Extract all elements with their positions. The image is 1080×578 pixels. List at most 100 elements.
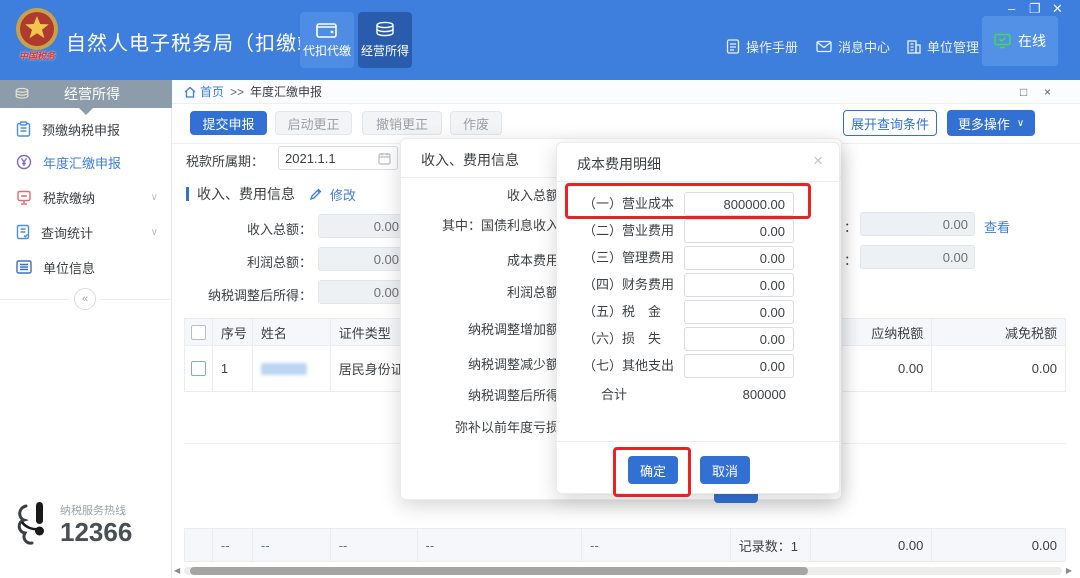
field-label: 收入总额： — [172, 219, 312, 238]
menu-label: 消息中心 — [838, 37, 890, 56]
submit-declaration-button[interactable]: 提交申报 — [190, 111, 267, 135]
app-window: 中国税务 自然人电子税务局（扣缴端） 代扣代缴 经营所得 — [0, 0, 1080, 578]
home-icon — [184, 86, 196, 98]
scroll-left-arrow[interactable]: ◀ — [174, 566, 180, 575]
breadcrumb-home-label: 首页 — [200, 83, 224, 100]
operating-expense-input[interactable]: 0.00 — [684, 219, 794, 243]
chevron-down-icon[interactable]: ∨ — [151, 227, 158, 238]
chevron-down-icon[interactable]: ∨ — [151, 192, 158, 203]
sidebar-item-label: 税款缴纳 — [43, 188, 95, 207]
view-link[interactable]: 查看 — [984, 217, 1010, 236]
sidebar-item-prepay-declare[interactable]: 预缴纳税申报 — [0, 113, 172, 145]
cell-tax-relief: 0.00 — [932, 346, 1065, 391]
dialog-field-label: 收入总额 — [401, 185, 559, 204]
online-monitor-icon — [994, 33, 1011, 49]
logo-text: 中国税务 — [19, 49, 55, 62]
online-label: 在线 — [1018, 31, 1046, 51]
menu-label: 单位管理 — [927, 37, 979, 56]
close-icon[interactable]: × — [813, 151, 823, 171]
menu-manual[interactable]: 操作手册 — [726, 37, 798, 56]
dialog-field-label: 纳税调整增加额 — [401, 319, 559, 338]
hotline: 纳税服务热线 12366 — [12, 498, 132, 548]
cost-row-label: （二）营业费用 — [583, 219, 674, 243]
chevron-down-icon: ∨ — [1017, 118, 1024, 129]
scroll-right-arrow[interactable]: ▶ — [1066, 566, 1072, 575]
income-total-input: 0.00 — [318, 214, 406, 238]
dialog-field-label: 纳税调整减少额 — [401, 354, 559, 373]
sidebar-item-query-statistics[interactable]: 查询统计 ∨ — [0, 216, 172, 248]
finance-expense-input[interactable]: 0.00 — [684, 273, 794, 297]
row-checkbox[interactable] — [191, 361, 206, 376]
yen-circle-icon — [16, 154, 32, 170]
invalidate-button[interactable]: 作废 — [450, 111, 502, 135]
loss-input[interactable]: 0.00 — [684, 327, 794, 351]
cost-row-label: （六）损 失 — [583, 327, 661, 351]
table-summary-row: -- -- -- -- -- 记录数：1 0.00 0.00 — [184, 528, 1066, 562]
summary-record-count: 记录数：1 — [731, 529, 811, 561]
breadcrumb-separator: >> — [230, 85, 244, 99]
cost-row-label: （七）其他支出 — [583, 354, 674, 378]
national-emblem-icon — [14, 6, 60, 52]
dialog-field-label: 弥补以前年度亏损 — [401, 417, 559, 436]
more-actions-button[interactable]: 更多操作 ∨ — [947, 110, 1035, 136]
hotline-label: 纳税服务热线 — [60, 502, 132, 518]
revoke-correction-button[interactable]: 撤销更正 — [362, 111, 442, 135]
tax-amount-input[interactable]: 0.00 — [684, 300, 794, 324]
hotline-headset-icon — [12, 498, 52, 548]
sidebar-item-annual-declare[interactable]: 年度汇缴申报 — [0, 146, 172, 178]
menu-message-center[interactable]: 消息中心 — [816, 37, 890, 56]
tax-period-input[interactable]: 2021.1.1 — [278, 146, 398, 170]
online-status[interactable]: 在线 — [982, 16, 1058, 66]
scrollbar-thumb[interactable] — [190, 567, 808, 575]
app-switch-business-income[interactable]: 经营所得 — [358, 12, 412, 68]
app-switch-withholding[interactable]: 代扣代缴 — [300, 12, 354, 68]
hotline-number: 12366 — [60, 520, 132, 544]
menu-unit-management[interactable]: 单位管理 — [906, 37, 979, 56]
income-section-title-row: 收入、费用信息 修改 — [186, 184, 356, 204]
confirm-button[interactable]: 确定 — [628, 456, 678, 484]
horizontal-scrollbar[interactable]: ◀ ▶ — [174, 566, 1072, 576]
app-switch-label: 代扣代缴 — [303, 42, 351, 59]
breadcrumb-home[interactable]: 首页 — [184, 83, 224, 100]
panel-close-icon[interactable]: × — [1044, 85, 1051, 99]
total-value: 800000 — [684, 383, 794, 407]
panel-restore-icon[interactable]: □ — [1020, 85, 1027, 99]
building-icon — [906, 40, 921, 54]
start-correction-button[interactable]: 启动更正 — [275, 111, 352, 135]
right-field-input-2: 0.00 — [860, 245, 975, 269]
select-all-checkbox[interactable] — [191, 325, 206, 340]
cost-detail-dialog: 成本费用明细 × （一）营业成本 800000.00 （二）营业费用 0.00 … — [556, 142, 840, 494]
total-label: 合计 — [601, 383, 627, 407]
field-label: 利润总额： — [172, 252, 312, 271]
sidebar-item-unit-info[interactable]: 单位信息 — [0, 251, 172, 283]
expand-query-button[interactable]: 展开查询条件 — [843, 110, 937, 136]
summary-total-tax-due: 0.00 — [811, 529, 933, 561]
management-expense-input[interactable]: 0.00 — [684, 246, 794, 270]
list-icon — [16, 260, 32, 274]
edit-pencil-icon[interactable] — [309, 188, 322, 201]
cost-row-label: （五）税 金 — [583, 300, 661, 324]
other-expense-input[interactable]: 0.00 — [684, 354, 794, 378]
cancel-button[interactable]: 取消 — [700, 456, 750, 484]
edit-link[interactable]: 修改 — [330, 185, 356, 204]
section-title: 收入、费用信息 — [197, 184, 295, 204]
dialog-field-label: 利润总额 — [401, 282, 559, 301]
sidebar-header-label: 经营所得 — [30, 84, 154, 104]
divider — [557, 441, 839, 442]
sidebar-item-tax-payment[interactable]: 税款缴纳 ∨ — [0, 181, 172, 213]
operating-cost-input[interactable]: 800000.00 — [684, 192, 794, 216]
col-header-tax-relief: 减免税额 — [932, 319, 1065, 345]
profit-total-input: 0.00 — [318, 247, 406, 271]
dialog-title: 成本费用明细 — [577, 154, 661, 174]
window-maximize-button[interactable]: ❐ — [1029, 2, 1041, 16]
more-actions-label: 更多操作 — [958, 114, 1010, 133]
window-close-button[interactable]: ✕ — [1052, 2, 1063, 16]
field-label-fragment: ： — [844, 217, 857, 236]
dialog-field-label: 纳税调整后所得 — [401, 385, 559, 404]
dialog-field-label: 其中：国债利息收入 — [401, 215, 559, 234]
sidebar-collapse-button[interactable]: « — [74, 288, 96, 310]
divider — [0, 299, 70, 300]
app-title: 自然人电子税务局（扣缴端） — [66, 27, 339, 56]
window-minimize-button[interactable]: – — [1008, 2, 1015, 16]
col-header-name: 姓名 — [253, 319, 331, 345]
